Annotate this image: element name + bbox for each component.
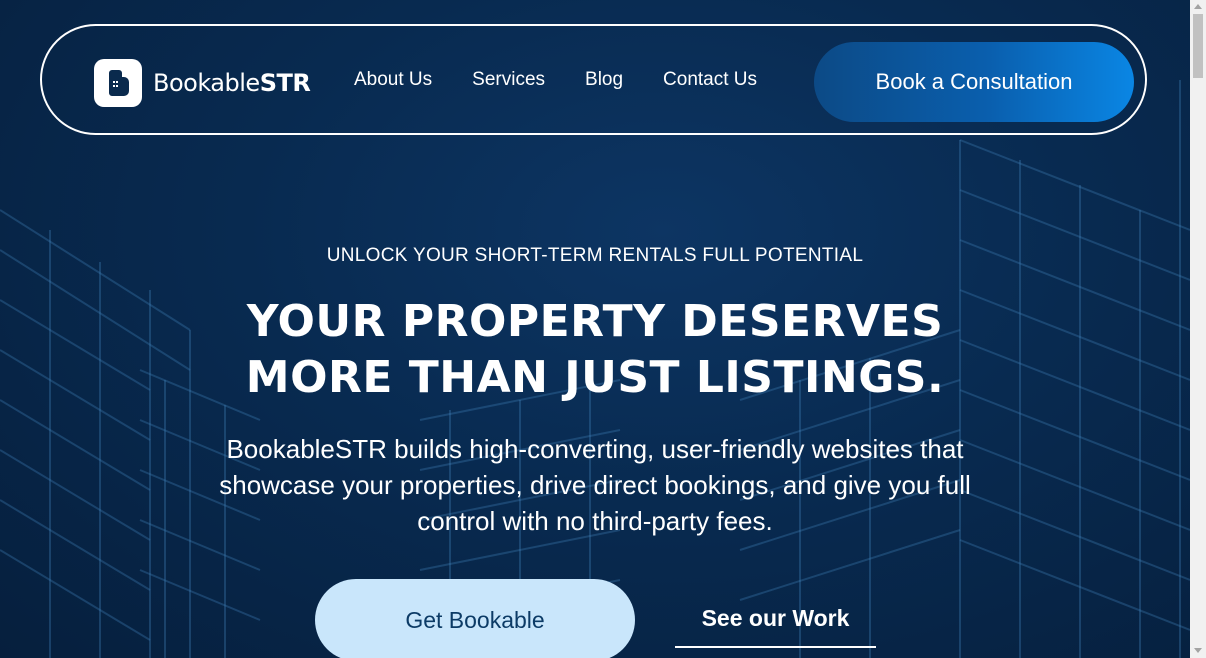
nav-link-contact-us[interactable]: Contact Us xyxy=(663,69,757,91)
book-consultation-button[interactable]: Book a Consultation xyxy=(814,42,1134,122)
get-bookable-button[interactable]: Get Bookable xyxy=(315,579,635,658)
brand-logo[interactable]: BookableSTR xyxy=(94,59,311,107)
scroll-up-arrow-icon[interactable] xyxy=(1194,4,1202,9)
brand-name: BookableSTR xyxy=(153,69,311,97)
scroll-down-arrow-icon[interactable] xyxy=(1194,648,1202,653)
vertical-scrollbar[interactable] xyxy=(1190,0,1206,658)
brand-name-light: Bookable xyxy=(153,69,260,97)
brand-name-bold: STR xyxy=(259,69,311,97)
bookable-logo-icon xyxy=(94,59,142,107)
nav-link-services[interactable]: Services xyxy=(472,69,545,91)
hero-headline: YOUR PROPERTY DESERVES MORE THAN JUST LI… xyxy=(0,294,1190,406)
nav-link-about-us[interactable]: About Us xyxy=(354,69,432,91)
scrollbar-thumb[interactable] xyxy=(1193,14,1203,78)
nav-link-blog[interactable]: Blog xyxy=(585,69,623,91)
page: BookableSTR About Us Services Blog Conta… xyxy=(0,0,1206,658)
hero-eyebrow: UNLOCK YOUR SHORT-TERM RENTALS FULL POTE… xyxy=(326,245,864,266)
hero-headline-line-1: YOUR PROPERTY DESERVES xyxy=(246,296,944,347)
hero-headline-line-2: MORE THAN JUST LISTINGS. xyxy=(245,352,945,403)
hero-subtext: BookableSTR builds high-converting, user… xyxy=(219,434,971,536)
see-our-work-link[interactable]: See our Work xyxy=(675,590,876,648)
navbar: BookableSTR About Us Services Blog Conta… xyxy=(40,24,1147,135)
nav-links: About Us Services Blog Contact Us xyxy=(354,69,797,91)
